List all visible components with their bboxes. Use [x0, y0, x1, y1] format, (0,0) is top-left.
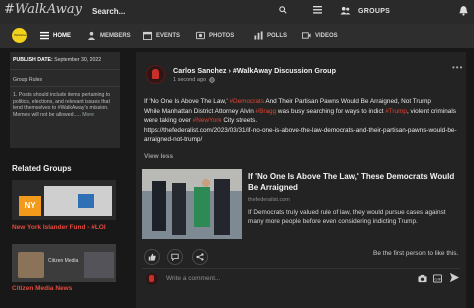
- post-time-text: 1 second ago: [173, 77, 207, 83]
- author-avatar[interactable]: [146, 65, 165, 84]
- thumbs-up-icon: [148, 253, 156, 261]
- tab-events[interactable]: EVENTS: [143, 31, 180, 40]
- group-nav-bar: #WalkAway HOME MEMBERS EVENTS PHOTOS POL…: [0, 24, 474, 48]
- group-rules-text: 1. Posts should include items pertaining…: [13, 92, 117, 119]
- publish-date-label: PUBLISH DATE:: [13, 57, 53, 63]
- tab-photos-label: PHOTOS: [209, 32, 235, 39]
- top-bar: #WalkAway Search... GROUPS: [0, 0, 474, 24]
- menu-icon[interactable]: [313, 6, 322, 14]
- groups-icon[interactable]: [340, 6, 351, 15]
- tab-members[interactable]: MEMBERS: [87, 31, 131, 40]
- post-text: https://thefederalist.com/2023/03/31/if-…: [144, 126, 457, 144]
- link-preview-domain: thefederalist.com: [248, 197, 290, 203]
- related-group-name[interactable]: Citizen Media News: [12, 285, 72, 292]
- group-photo: [44, 186, 112, 216]
- post-text: was busy searching for ways to indict: [276, 107, 386, 115]
- home-icon: [40, 31, 49, 40]
- globe-icon: [209, 77, 215, 83]
- group-photo-caption: Citizen Media: [48, 258, 79, 264]
- publish-date-value: September 30, 2022: [54, 57, 102, 63]
- related-group-thumbnail[interactable]: NY: [12, 180, 116, 220]
- members-icon: [87, 31, 96, 40]
- related-groups-title: Related Groups: [12, 164, 72, 173]
- bell-icon[interactable]: [459, 5, 468, 16]
- gif-icon[interactable]: GIF: [433, 274, 442, 283]
- comment-icon: [171, 253, 179, 261]
- post-text: And Their Partisan Pawns Would Be Arraig…: [263, 98, 431, 105]
- groups-link[interactable]: GROUPS: [358, 8, 390, 15]
- tab-home[interactable]: HOME: [40, 31, 71, 40]
- commenter-avatar: [146, 273, 158, 285]
- tab-videos-label: VIDEOS: [315, 32, 338, 39]
- site-logo[interactable]: #WalkAway: [4, 2, 82, 17]
- tab-videos[interactable]: VIDEOS: [302, 31, 338, 40]
- related-group-name[interactable]: New York Islander Fund - #LOI: [12, 224, 106, 231]
- related-group-thumbnail[interactable]: Citizen Media: [12, 244, 116, 282]
- comment-input[interactable]: Write a comment...: [166, 275, 316, 282]
- post-card: Carlos Sanchez › #WalkAway Discussion Gr…: [136, 52, 466, 308]
- ny-badge: NY: [19, 196, 41, 216]
- tab-polls-label: POLLS: [267, 32, 288, 39]
- post-body: If 'No One Is Above The Law,' #Democrats…: [144, 97, 460, 145]
- post-author[interactable]: Carlos Sanchez › #WalkAway Discussion Gr…: [173, 66, 336, 75]
- post-text: City streets.: [221, 117, 258, 125]
- events-icon: [143, 31, 152, 40]
- tab-events-label: EVENTS: [156, 32, 181, 39]
- group-avatar[interactable]: #WalkAway: [12, 28, 30, 43]
- tab-photos[interactable]: PHOTOS: [196, 31, 234, 40]
- like-button[interactable]: [144, 249, 160, 265]
- divider: [10, 69, 120, 70]
- group-info-card: PUBLISH DATE: September 30, 2022 Group R…: [10, 52, 120, 148]
- hashtag-link[interactable]: #NewYork: [193, 117, 222, 124]
- rules-more-link[interactable]: More: [82, 112, 94, 118]
- link-preview-title[interactable]: If 'No One Is Above The Law,' These Demo…: [248, 171, 458, 193]
- comment-button[interactable]: [167, 249, 183, 265]
- tab-polls[interactable]: POLLS: [254, 31, 287, 40]
- videos-icon: [302, 32, 311, 39]
- share-button[interactable]: [192, 249, 208, 265]
- group-rules-title: Group Rules: [13, 77, 43, 83]
- share-icon: [196, 253, 204, 261]
- link-preview-description: If Democrats truly valued rule of law, t…: [248, 209, 446, 225]
- svg-text:GIF: GIF: [434, 276, 441, 281]
- link-preview[interactable]: If 'No One Is Above The Law,' These Demo…: [142, 169, 462, 239]
- post-timestamp: 1 second ago: [173, 77, 215, 83]
- view-less-link[interactable]: View less: [144, 153, 173, 160]
- group-photo-panel: [84, 252, 114, 278]
- divider: [10, 86, 120, 87]
- post-options-icon[interactable]: •••: [452, 63, 463, 72]
- hashtag-link[interactable]: #Democrats: [229, 98, 263, 105]
- post-text: If 'No One Is Above The Law,': [144, 98, 230, 105]
- post-text: While Manhattan District Attorney Alvin: [144, 107, 256, 115]
- group-avatar-text: #WalkAway: [14, 33, 30, 37]
- like-count-text: Be the first person to like this.: [373, 250, 459, 257]
- photos-icon: [196, 31, 205, 40]
- hashtag-link[interactable]: #Bragg: [256, 108, 277, 115]
- publish-date: PUBLISH DATE: September 30, 2022: [13, 57, 101, 63]
- tab-members-label: MEMBERS: [100, 32, 131, 39]
- rules-body: 1. Posts should include items pertaining…: [13, 92, 111, 119]
- send-icon[interactable]: [449, 272, 460, 283]
- polls-icon: [254, 31, 263, 40]
- search-icon[interactable]: [279, 6, 287, 14]
- group-photo: [18, 252, 44, 278]
- divider: [142, 268, 460, 269]
- search-input[interactable]: Search...: [92, 7, 125, 16]
- hashtag-link[interactable]: #Trump: [385, 108, 407, 115]
- camera-icon[interactable]: [418, 274, 427, 283]
- tab-home-label: HOME: [53, 32, 71, 39]
- link-preview-image: [142, 169, 242, 239]
